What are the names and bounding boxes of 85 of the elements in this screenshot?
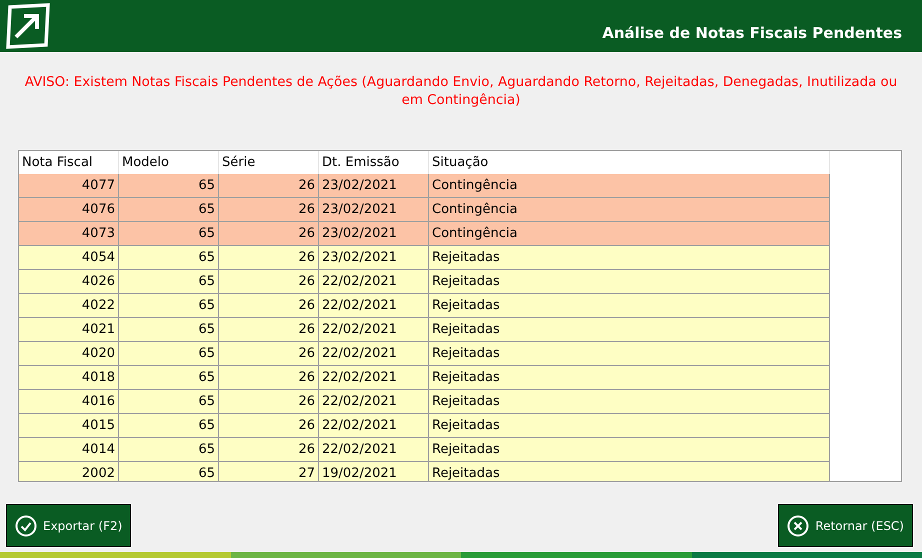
table-cell: Rejeitadas	[429, 342, 830, 365]
table-cell: 22/02/2021	[319, 318, 429, 341]
close-circle-icon	[787, 514, 810, 536]
table-cell: 65	[119, 222, 219, 245]
table-cell: 65	[119, 294, 219, 317]
table-cell: 65	[119, 342, 219, 365]
table-cell: 65	[119, 246, 219, 269]
table-cell: 22/02/2021	[319, 270, 429, 293]
table-cell: Rejeitadas	[429, 366, 830, 389]
table-cell: 26	[219, 294, 319, 317]
table-cell: Rejeitadas	[429, 390, 830, 413]
table-cell: Rejeitadas	[429, 318, 830, 341]
table-cell: Rejeitadas	[429, 294, 830, 317]
export-button[interactable]: Exportar (F2)	[6, 504, 132, 547]
table-cell: 22/02/2021	[319, 366, 429, 389]
table-cell: 65	[119, 198, 219, 221]
table-cell: Rejeitadas	[429, 462, 830, 481]
table-cell: 26	[219, 270, 319, 293]
table-cell: 65	[119, 390, 219, 413]
table-row[interactable]: 4026 65 26 22/02/2021 Rejeitadas	[19, 270, 830, 294]
table-cell: 22/02/2021	[319, 438, 429, 461]
table-cell: 4022	[19, 294, 119, 317]
table-cell: 26	[219, 198, 319, 221]
return-button[interactable]: Retornar (ESC)	[778, 504, 913, 547]
table-cell: Contingência	[429, 174, 830, 197]
table-cell: 26	[219, 174, 319, 197]
table-cell: 23/02/2021	[319, 174, 429, 197]
table-cell: 23/02/2021	[319, 198, 429, 221]
table-row[interactable]: 4076 65 26 23/02/2021 Contingência	[19, 198, 830, 222]
table-cell: 4073	[19, 222, 119, 245]
table-row[interactable]: 4073 65 26 23/02/2021 Contingência	[19, 222, 830, 246]
table-row[interactable]: 2002 65 27 19/02/2021 Rejeitadas	[19, 462, 830, 481]
table-cell: Rejeitadas	[429, 246, 830, 269]
table-cell: 4077	[19, 174, 119, 197]
check-circle-icon	[15, 514, 37, 536]
table-cell: 4054	[19, 246, 119, 269]
table-cell: Rejeitadas	[429, 414, 830, 437]
table-cell: 26	[219, 390, 319, 413]
table-row[interactable]: 4077 65 26 23/02/2021 Contingência	[19, 174, 830, 198]
logo-icon	[4, 3, 52, 49]
table-row[interactable]: 4014 65 26 22/02/2021 Rejeitadas	[19, 438, 830, 462]
table-cell: 26	[219, 342, 319, 365]
table-cell: 27	[219, 462, 319, 481]
table-cell: 22/02/2021	[319, 342, 429, 365]
table-cell: 22/02/2021	[319, 390, 429, 413]
table-row[interactable]: 4021 65 26 22/02/2021 Rejeitadas	[19, 318, 830, 342]
table-cell: Rejeitadas	[429, 270, 830, 293]
table-cell: 23/02/2021	[319, 246, 429, 269]
table-cell: 26	[219, 318, 319, 341]
table-cell: 19/02/2021	[319, 462, 429, 481]
table-row[interactable]: 4054 65 26 23/02/2021 Rejeitadas	[19, 246, 830, 270]
table-row[interactable]: 4020 65 26 22/02/2021 Rejeitadas	[19, 342, 830, 366]
table-cell: 4020	[19, 342, 119, 365]
table-cell: 65	[119, 270, 219, 293]
table-cell: Contingência	[429, 198, 830, 221]
table-cell: 23/02/2021	[319, 222, 429, 245]
table-cell: 26	[219, 222, 319, 245]
table-cell: 65	[119, 438, 219, 461]
table-cell: 65	[119, 414, 219, 437]
table-cell: 26	[219, 438, 319, 461]
table-cell: 4076	[19, 198, 119, 221]
table-cell: 4026	[19, 270, 119, 293]
table-row[interactable]: 4016 65 26 22/02/2021 Rejeitadas	[19, 390, 830, 414]
table-cell: 22/02/2021	[319, 294, 429, 317]
table-cell: 26	[219, 366, 319, 389]
table-cell: 4015	[19, 414, 119, 437]
table-row[interactable]: 4022 65 26 22/02/2021 Rejeitadas	[19, 294, 830, 318]
table-cell: 26	[219, 246, 319, 269]
table-cell: 2002	[19, 462, 119, 481]
table-row[interactable]: 4018 65 26 22/02/2021 Rejeitadas	[19, 366, 830, 390]
table-cell: Contingência	[429, 222, 830, 245]
table-cell: 4014	[19, 438, 119, 461]
table-cell: Rejeitadas	[429, 438, 830, 461]
table-cell: 26	[219, 414, 319, 437]
table-cell: 65	[119, 366, 219, 389]
table-cell: 65	[119, 318, 219, 341]
table-cell: 4016	[19, 390, 119, 413]
table-row[interactable]: 4015 65 26 22/02/2021 Rejeitadas	[19, 414, 830, 438]
window-title: Análise de Notas Fiscais Pendentes	[602, 24, 902, 42]
table-cell: 22/02/2021	[319, 414, 429, 437]
warning-message: AVISO: Existem Notas Fiscais Pendentes de Ações (Aguardando Envio, Aguardando Retorno, Rejeitadas, Denegadas, Inutilizada ou em Contingência)	[24, 74, 898, 110]
table-cell: 4018	[19, 366, 119, 389]
table-cell: 65	[119, 462, 219, 481]
table-cell: 65	[119, 174, 219, 197]
table-cell: 4021	[19, 318, 119, 341]
